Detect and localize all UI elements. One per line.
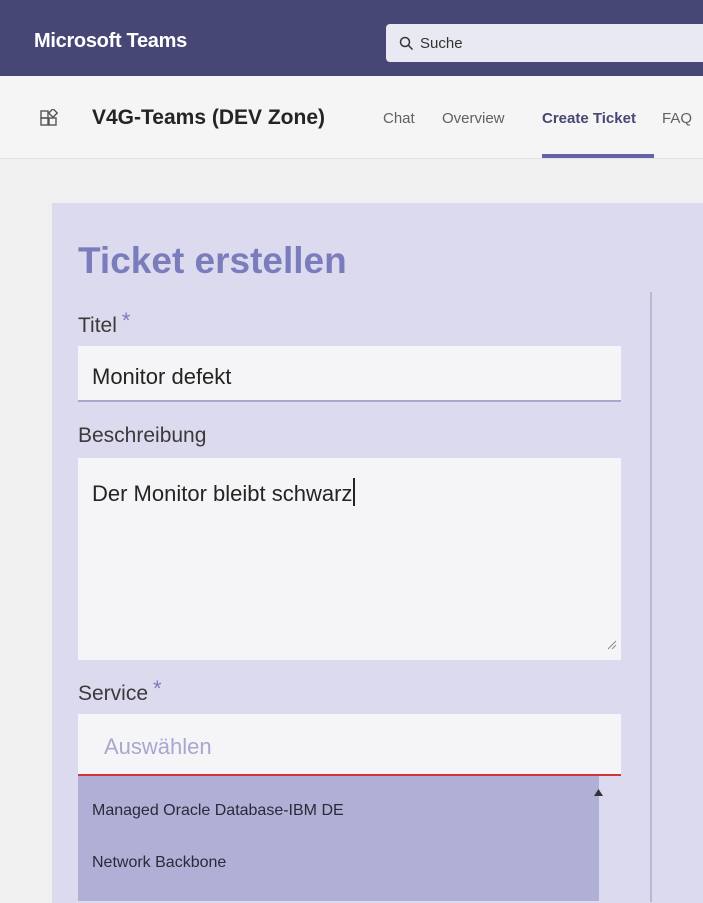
active-tab-indicator bbox=[542, 154, 654, 158]
service-placeholder: Auswählen bbox=[104, 734, 212, 759]
app-title: Microsoft Teams bbox=[34, 30, 187, 52]
dropdown-option[interactable]: Network Backbone bbox=[92, 854, 226, 872]
title-value: Monitor defekt bbox=[92, 364, 232, 389]
team-name: V4G-Teams (DEV Zone) bbox=[92, 106, 325, 129]
tab-overview[interactable]: Overview bbox=[442, 110, 505, 127]
channel-header: V4G-Teams (DEV Zone) Chat Overview Creat… bbox=[0, 76, 703, 159]
description-textarea[interactable]: Der Monitor bleibt schwarz bbox=[78, 458, 621, 660]
description-label: Beschreibung bbox=[78, 424, 207, 447]
title-input[interactable]: Monitor defekt bbox=[78, 346, 621, 402]
service-dropdown-list: Managed Oracle Database-IBM DE Network B… bbox=[78, 776, 599, 901]
required-marker: * bbox=[121, 308, 131, 333]
tab-faq[interactable]: FAQ bbox=[662, 110, 692, 127]
page-title: Ticket erstellen bbox=[78, 240, 347, 281]
text-caret bbox=[353, 478, 355, 506]
search-box[interactable]: Suche bbox=[386, 24, 703, 62]
title-label-text: Titel bbox=[78, 314, 117, 337]
panel-divider bbox=[650, 292, 652, 902]
tab-create-ticket[interactable]: Create Ticket bbox=[542, 110, 636, 127]
search-placeholder: Suche bbox=[420, 34, 463, 52]
description-value: Der Monitor bleibt schwarz bbox=[92, 481, 353, 506]
app-topbar: Microsoft Teams Suche bbox=[0, 0, 703, 76]
title-label: Titel * bbox=[78, 308, 130, 338]
scroll-up-icon[interactable] bbox=[594, 783, 603, 801]
service-select[interactable]: Auswählen bbox=[78, 714, 621, 776]
service-label-text: Service bbox=[78, 682, 149, 705]
dropdown-option[interactable]: Managed Oracle Database-IBM DE bbox=[92, 802, 344, 820]
service-label: Service * bbox=[78, 676, 162, 706]
tab-chat[interactable]: Chat bbox=[383, 110, 415, 127]
resize-handle-icon[interactable] bbox=[607, 630, 617, 656]
required-marker: * bbox=[153, 676, 162, 701]
app-grid-icon bbox=[40, 107, 59, 132]
search-icon bbox=[399, 36, 414, 51]
